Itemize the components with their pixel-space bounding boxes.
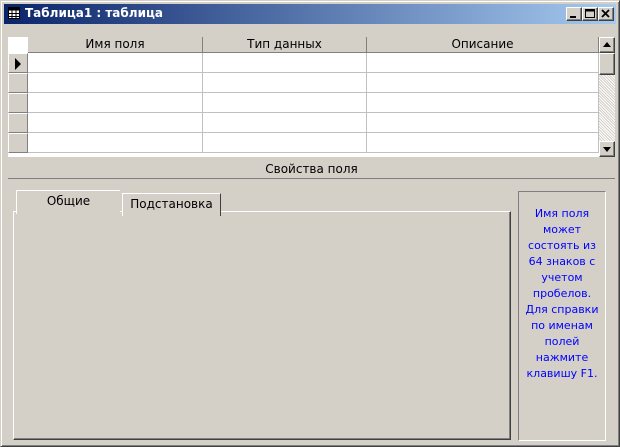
- row-selector[interactable]: [8, 53, 28, 73]
- cell-description[interactable]: [367, 53, 599, 73]
- maximize-icon: [585, 9, 595, 18]
- tab-general[interactable]: Общие: [16, 190, 120, 214]
- row-selector[interactable]: [8, 113, 28, 133]
- row-selector[interactable]: [8, 93, 28, 113]
- column-header-description[interactable]: Описание: [367, 37, 599, 53]
- close-button[interactable]: [598, 7, 614, 21]
- cell-field-name[interactable]: [28, 113, 203, 133]
- scroll-up-button[interactable]: [599, 37, 615, 53]
- arrow-down-icon: [603, 147, 611, 152]
- field-grid: Имя поля Тип данных Описание: [8, 37, 599, 157]
- cell-field-name[interactable]: [28, 133, 203, 153]
- minimize-icon: [570, 16, 576, 18]
- properties-tab-panel: [13, 211, 511, 440]
- cell-description[interactable]: [367, 113, 599, 133]
- cell-data-type[interactable]: [203, 73, 367, 93]
- scroll-down-button[interactable]: [599, 141, 615, 157]
- cell-description[interactable]: [367, 93, 599, 113]
- maximize-button[interactable]: [582, 7, 598, 21]
- cell-field-name[interactable]: [28, 53, 203, 73]
- scroll-thumb[interactable]: [599, 53, 615, 75]
- cell-field-name[interactable]: [28, 73, 203, 93]
- grid-vertical-scrollbar[interactable]: [599, 37, 615, 157]
- row-selector[interactable]: [8, 133, 28, 153]
- cell-description[interactable]: [367, 133, 599, 153]
- row-selector[interactable]: [8, 73, 28, 93]
- table-icon: [8, 7, 20, 19]
- row-pointer-icon: [15, 58, 21, 70]
- close-icon: [601, 9, 610, 18]
- cell-data-type[interactable]: [203, 133, 367, 153]
- table-design-window: Таблица1 : таблица Имя поля Тип данных О…: [0, 0, 620, 447]
- cell-data-type[interactable]: [203, 113, 367, 133]
- cell-data-type[interactable]: [203, 93, 367, 113]
- field-properties-header: Свойства поля: [8, 159, 615, 179]
- arrow-up-icon: [603, 42, 611, 47]
- column-header-data-type[interactable]: Тип данных: [203, 37, 367, 53]
- window-title: Таблица1 : таблица: [25, 6, 163, 20]
- cell-field-name[interactable]: [28, 93, 203, 113]
- column-header-field-name[interactable]: Имя поля: [28, 37, 203, 53]
- cell-data-type[interactable]: [203, 53, 367, 73]
- title-bar[interactable]: Таблица1 : таблица: [4, 4, 616, 24]
- cell-description[interactable]: [367, 73, 599, 93]
- help-text: Имя поля может состоять из 64 знаков с у…: [518, 191, 606, 441]
- minimize-button[interactable]: [566, 7, 582, 21]
- tab-lookup[interactable]: Подстановка: [122, 193, 221, 216]
